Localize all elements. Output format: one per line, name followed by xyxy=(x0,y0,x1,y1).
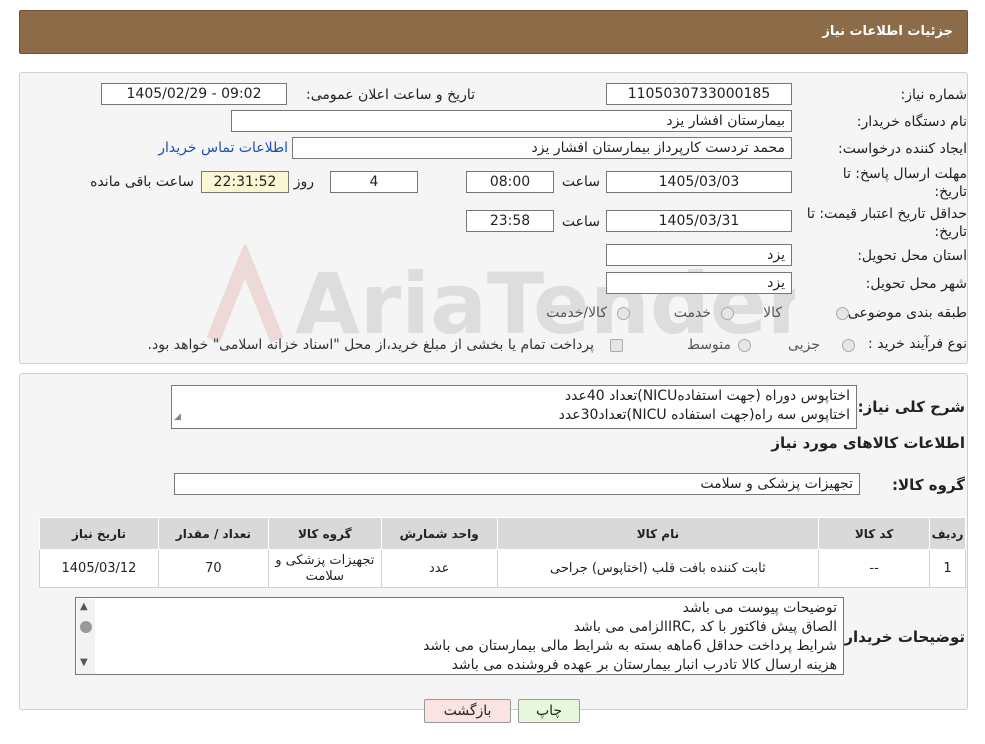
buyer-notes-label: توضیحات خریدار: xyxy=(838,628,965,646)
summary-label: شرح کلی نیاز: xyxy=(857,398,965,416)
validity-label: حداقل تاریخ اعتبار قیمت: تا xyxy=(806,206,967,222)
cell-name: ثابت کننده بافت قلب (اختاپوس) جراحی xyxy=(496,549,820,588)
remaining-label: ساعت باقی مانده xyxy=(90,174,194,190)
process-radio-minor[interactable] xyxy=(842,339,855,352)
page-header: جزئیات اطلاعات نیاز xyxy=(19,10,968,54)
notes-line-4: هزینه ارسال کالا تادرب انبار بیمارستان ب… xyxy=(451,657,837,673)
city-label: شهر محل تحویل: xyxy=(865,276,967,292)
cell-qty: 70 xyxy=(157,549,269,588)
process-note: پرداخت تمام یا بخشی از مبلغ خرید،از محل … xyxy=(147,337,594,353)
notes-line-1: توضیحات پیوست می باشد xyxy=(682,600,837,616)
category-option-goods-service: کالا/خدمت xyxy=(546,305,607,321)
remaining-time-field: 22:31:52 xyxy=(201,171,289,193)
category-radio-goods[interactable] xyxy=(836,307,849,320)
buyer-org-label: نام دستگاه خریدار: xyxy=(856,114,967,130)
deadline-label-date: تاریخ: xyxy=(934,184,967,200)
cell-row: 1 xyxy=(929,549,966,588)
back-button[interactable]: بازگشت xyxy=(424,699,511,723)
treasury-checkbox[interactable] xyxy=(610,339,623,352)
deadline-label: مهلت ارسال پاسخ: تا xyxy=(842,166,967,182)
category-label: طبقه بندی موضوعی: xyxy=(843,305,967,321)
category-option-service: خدمت xyxy=(673,305,711,321)
scroll-up-icon[interactable]: ▲ xyxy=(80,601,88,612)
scroll-thumb[interactable] xyxy=(80,621,92,633)
process-option-minor: جزیی xyxy=(788,337,820,353)
goods-group-label: گروه کالا: xyxy=(892,476,965,494)
goods-group-field[interactable]: تجهیزات پزشکی و سلامت xyxy=(174,473,860,495)
cell-unit: عدد xyxy=(380,549,498,588)
notes-line-3: شرایط پرداخت حداقل 6ماهه بسته به شرایط م… xyxy=(423,638,837,654)
col-name: نام کالا xyxy=(496,517,820,550)
notes-scrollbar[interactable]: ▲ ▼ xyxy=(77,599,95,674)
buyer-notes-textarea[interactable]: توضیحات پیوست می باشد الصاق پیش فاکتور ب… xyxy=(75,597,844,675)
notes-line-2: الصاق پیش فاکتور با کد ,IRCالزامی می باش… xyxy=(573,619,837,635)
announce-datetime-field[interactable]: 1405/02/29 - 09:02 xyxy=(101,83,287,105)
validity-time-field[interactable]: 23:58 xyxy=(466,210,554,232)
col-row: ردیف xyxy=(929,517,966,550)
col-code: کد کالا xyxy=(818,517,931,550)
col-group: گروه کالا xyxy=(267,517,382,550)
validity-label-date: تاریخ: xyxy=(934,224,967,240)
buyer-contact-link[interactable]: اطلاعات تماس خریدار xyxy=(158,140,288,156)
col-date: تاریخ نیاز xyxy=(39,517,159,550)
province-field[interactable]: یزد xyxy=(606,244,792,266)
deadline-date-field[interactable]: 1405/03/03 xyxy=(606,171,792,193)
creator-label: ایجاد کننده درخواست: xyxy=(838,141,967,157)
process-option-medium: متوسط xyxy=(687,337,731,353)
summary-line-1: اختاپوس دوراه (جهت استفادهNICU)تعداد 40ع… xyxy=(564,388,850,404)
page-title: جزئیات اطلاعات نیاز xyxy=(822,24,953,39)
resize-grip-icon[interactable]: ◢ xyxy=(174,408,181,427)
summary-textarea[interactable]: اختاپوس دوراه (جهت استفادهNICU)تعداد 40ع… xyxy=(171,385,857,429)
category-radio-goods-service[interactable] xyxy=(617,307,630,320)
buyer-org-field[interactable]: بیمارستان افشار یزد xyxy=(231,110,792,132)
need-number-label: شماره نیاز: xyxy=(900,87,968,103)
goods-table: ردیف کد کالا نام کالا واحد شمارش گروه کا… xyxy=(39,517,966,588)
category-option-goods: کالا xyxy=(763,305,782,321)
col-qty: تعداد / مقدار xyxy=(157,517,269,550)
days-field[interactable]: 4 xyxy=(330,171,418,193)
col-unit: واحد شمارش xyxy=(380,517,498,550)
summary-line-2: اختاپوس سه راه(جهت استفاده NICU)تعداد30ع… xyxy=(558,407,850,423)
table-row[interactable]: 1 -- ثابت کننده بافت قلب (اختاپوس) جراحی… xyxy=(39,549,966,588)
deadline-time-label: ساعت xyxy=(561,174,600,190)
category-radio-service[interactable] xyxy=(721,307,734,320)
province-label: استان محل تحویل: xyxy=(857,248,967,264)
cell-group: تجهیزات پزشکی و سلامت xyxy=(267,549,382,588)
goods-table-header: ردیف کد کالا نام کالا واحد شمارش گروه کا… xyxy=(39,517,966,550)
process-label: نوع فرآیند خرید : xyxy=(868,336,967,352)
need-number-field[interactable]: 1105030733000185 xyxy=(606,83,792,105)
validity-date-field[interactable]: 1405/03/31 xyxy=(606,210,792,232)
scroll-down-icon[interactable]: ▼ xyxy=(80,657,88,668)
cell-date: 1405/03/12 xyxy=(39,549,159,588)
process-radio-medium[interactable] xyxy=(738,339,751,352)
print-button[interactable]: چاپ xyxy=(518,699,580,723)
deadline-time-field[interactable]: 08:00 xyxy=(466,171,554,193)
cell-code: -- xyxy=(818,549,931,588)
validity-time-label: ساعت xyxy=(561,214,600,230)
goods-info-heading: اطلاعات کالاهای مورد نیاز xyxy=(771,434,965,452)
announce-label: تاریخ و ساعت اعلان عمومی: xyxy=(306,87,475,103)
creator-field[interactable]: محمد تردست کارپرداز بیمارستان افشار یزد xyxy=(292,137,792,159)
city-field[interactable]: یزد xyxy=(606,272,792,294)
